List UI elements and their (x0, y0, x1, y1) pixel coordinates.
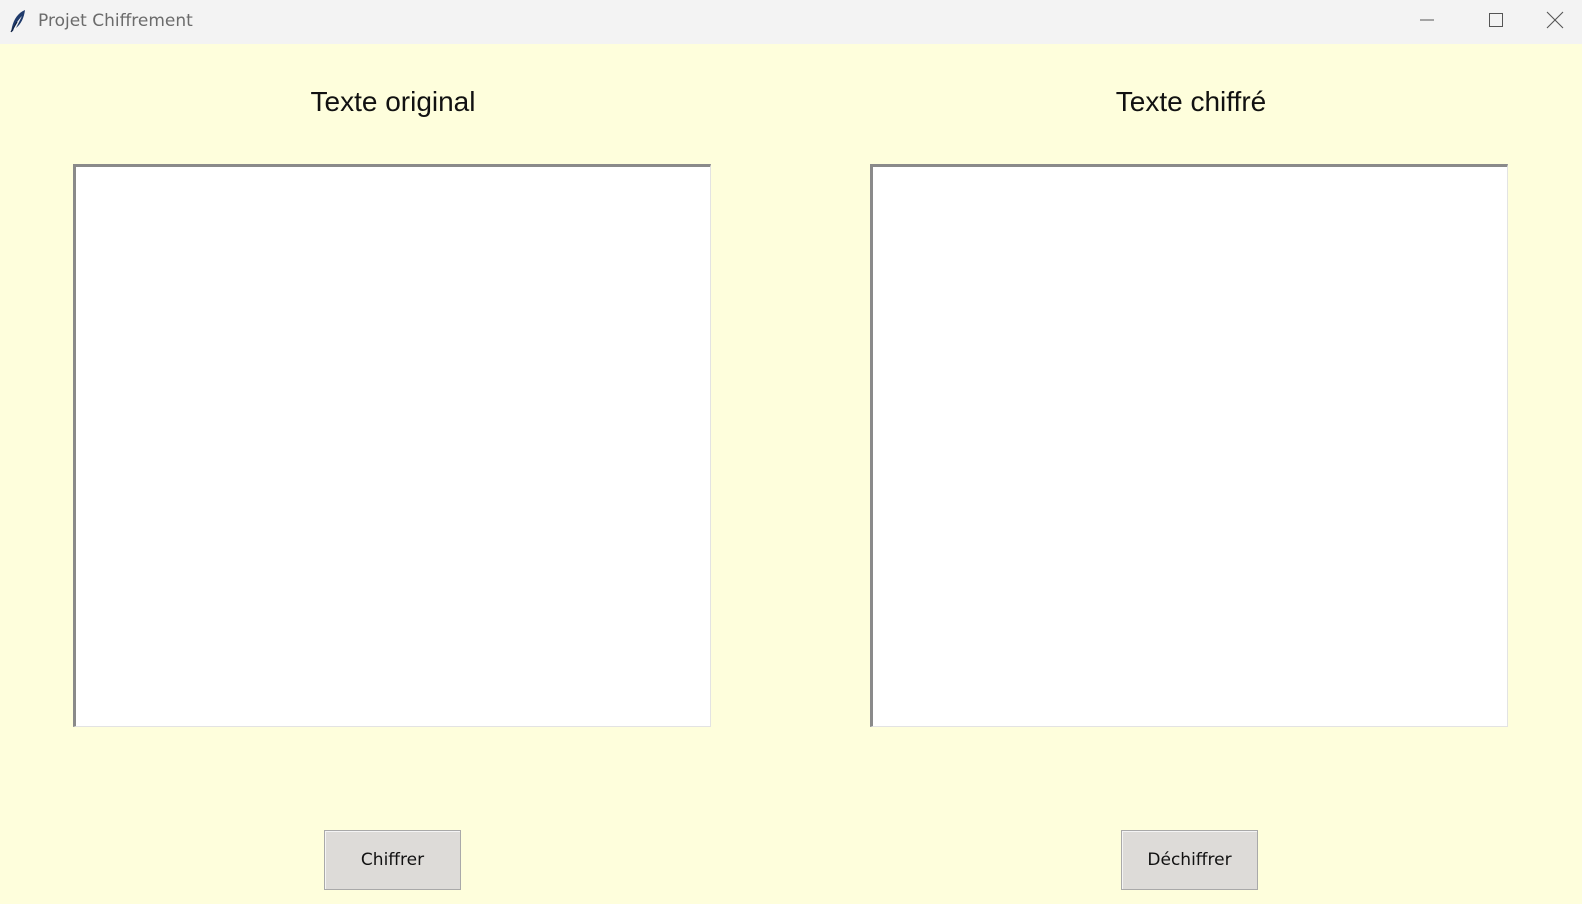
minimize-icon (1419, 12, 1435, 33)
app-window: Projet Chiffrement Texte original Texte … (0, 0, 1582, 904)
maximize-button[interactable] (1466, 0, 1526, 44)
encrypted-text-input[interactable] (870, 164, 1508, 727)
encrypt-button[interactable]: Chiffrer (324, 830, 461, 890)
encrypted-text-label: Texte chiffré (1115, 86, 1267, 117)
close-button[interactable] (1528, 0, 1582, 44)
feather-icon (8, 9, 28, 33)
window-title: Projet Chiffrement (38, 11, 193, 31)
original-text-label: Texte original (310, 86, 476, 117)
minimize-button[interactable] (1397, 0, 1457, 44)
title-bar[interactable]: Projet Chiffrement (0, 0, 1582, 44)
original-text-input[interactable] (73, 164, 711, 727)
maximize-icon (1488, 12, 1504, 33)
close-icon (1546, 11, 1564, 34)
decrypt-button[interactable]: Déchiffrer (1121, 830, 1258, 890)
